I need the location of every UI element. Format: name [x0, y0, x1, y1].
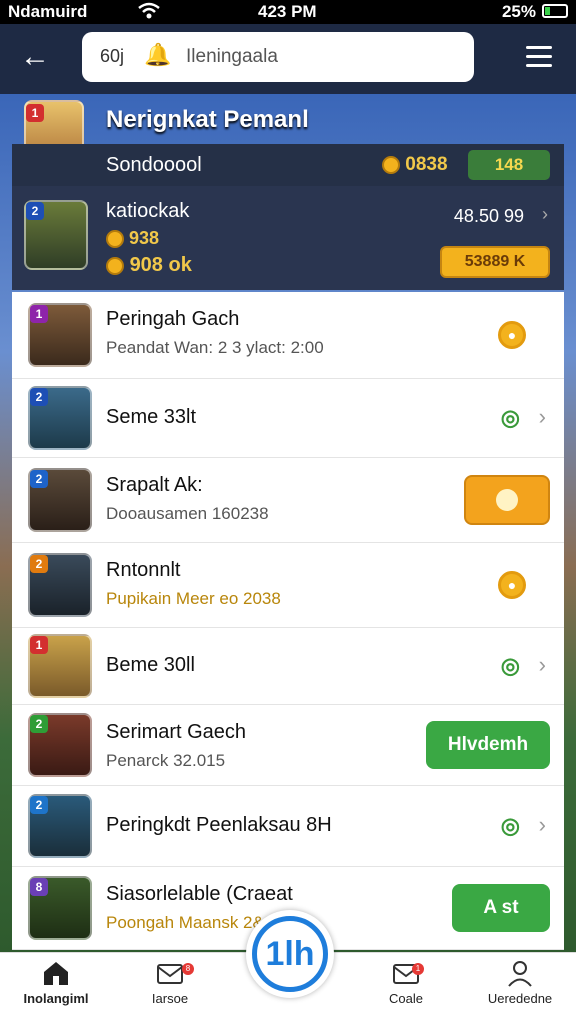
highlight-player-card[interactable]: 2 katiockak 938 908 ok 48.50 99 › 53889 …	[12, 186, 564, 290]
list-item-subtitle: Peandat Wan: 2 3 ylact: 2:00	[106, 338, 324, 357]
status-bar: Ndamuird 423 PM 25%	[0, 0, 576, 24]
tab-chat[interactable]: 1 Coale	[356, 957, 456, 1006]
center-action-button[interactable]: 1lh	[246, 910, 334, 998]
chevron-right-icon[interactable]: ›	[539, 404, 546, 430]
player-stat-1: 938	[106, 228, 159, 249]
rank-badge: 1	[26, 104, 44, 122]
list-item-subtitle: Pupikain Meer eo 2038	[106, 589, 281, 608]
coin-icon[interactable]: ●	[498, 321, 526, 349]
coin-icon	[106, 230, 124, 249]
rank-badge: 2	[30, 388, 48, 406]
rank-badge: 1	[30, 636, 48, 654]
tab-messages[interactable]: 8 Iarsoe	[120, 957, 220, 1006]
fab-icon: 1lh	[252, 916, 328, 992]
action-button[interactable]: A st	[452, 884, 550, 932]
top-app-bar: ← 60j 🔔 Ileningaala	[0, 24, 576, 94]
coin-icon	[106, 256, 124, 275]
chevron-right-icon: ›	[542, 204, 548, 224]
action-button[interactable]: Hlvdemh	[426, 721, 550, 769]
chevron-right-icon[interactable]: ›	[539, 812, 546, 838]
battery-percent: 25%	[501, 2, 536, 21]
leaderboard-list: 1 Peringah Gach Peandat Wan: 2 3 ylact: 2:…	[12, 292, 564, 950]
green-status-icon: ◎	[500, 653, 520, 678]
list-item-title: Rntonnlt	[106, 559, 181, 581]
list-item[interactable]: 1 Peringah Gach Peandat Wan: 2 3 ylact: 2:…	[12, 292, 564, 379]
list-item-title: Beme 30ll	[106, 654, 195, 676]
rank-badge: 2	[30, 715, 48, 733]
list-item[interactable]: 1 Beme 30ll ◎ ›	[12, 628, 564, 705]
list-item-title: Srapalt Ak:	[106, 474, 203, 496]
player-stat-2: 908 ok	[106, 254, 192, 277]
battery-icon	[542, 4, 568, 18]
tab-label: Uerededne	[487, 991, 553, 1006]
coin-icon	[382, 155, 400, 174]
search-prefix: 60j	[100, 46, 125, 66]
clock: 423 PM	[258, 2, 317, 21]
tab-label: Iarsoe	[151, 991, 189, 1006]
tab-profile[interactable]: Uerededne	[470, 957, 570, 1006]
list-item-title: Siasorlelable (Craeat	[106, 883, 293, 905]
list-item-subtitle: Penarck 32.015	[106, 751, 226, 770]
hamburger-menu-icon[interactable]	[526, 46, 552, 73]
search-bar[interactable]: 60j 🔔 Ileningaala	[82, 32, 474, 82]
list-item[interactable]: 2 Peringkdt Peenlaksau 8H ◎ ›	[12, 786, 564, 867]
rank-badge: 8	[30, 878, 48, 896]
list-item[interactable]: 2 Rntonnlt Pupikain Meer eo 2038 ●	[12, 543, 564, 628]
back-arrow-icon[interactable]: ←	[20, 40, 50, 74]
points-green-badge: 148	[468, 150, 550, 180]
list-item[interactable]: 2 Serimart Gaech Penarck 32.015 Hlvdemh	[12, 705, 564, 786]
bell-icon: 🔔	[144, 42, 172, 67]
points-yellow: 0838	[382, 154, 448, 176]
gold-reward-button[interactable]: 53889 K	[440, 246, 550, 278]
notification-badge: 8	[182, 963, 194, 975]
rank-badge: 2	[30, 470, 48, 488]
tab-label: Coale	[389, 991, 423, 1006]
wifi-icon	[138, 2, 160, 19]
user-icon	[508, 961, 532, 987]
leaderboard-header: 1 Nerignkat Pemanl Sondooool 0838 148 2 …	[12, 94, 564, 290]
rank-badge: 2	[26, 202, 44, 220]
search-placeholder: Ileningaala	[186, 46, 278, 67]
green-status-icon: ◎	[500, 405, 520, 430]
mail-shield-icon	[157, 964, 183, 984]
tab-label: Inolangiml	[23, 991, 89, 1006]
user-name: Sondooool	[106, 154, 202, 176]
page-title: Nerignkat Pemanl	[106, 106, 309, 133]
chevron-right-icon[interactable]: ›	[539, 652, 546, 678]
list-item-subtitle: Dooausamen 160238	[106, 504, 269, 523]
player-name: katiockak	[106, 200, 190, 222]
rank-badge: 2	[30, 796, 48, 814]
green-status-icon: ◎	[500, 813, 520, 838]
list-item-title: Peringkdt Peenlaksau 8H	[106, 814, 332, 836]
list-item-title: Peringah Gach	[106, 308, 240, 330]
rank-badge: 1	[30, 305, 48, 323]
user-stats-bar: Sondooool 0838 148	[12, 144, 564, 186]
rank-badge: 2	[30, 555, 48, 573]
list-item-title: Seme 33lt	[106, 406, 197, 428]
reward-button[interactable]	[464, 475, 550, 525]
coin-icon[interactable]: ●	[498, 571, 526, 599]
tab-home[interactable]: Inolangiml	[6, 957, 106, 1006]
list-item-title: Serimart Gaech	[106, 721, 247, 743]
carrier-label: Ndamuird	[8, 2, 88, 21]
list-item[interactable]: 2 Seme 33lt ◎ ›	[12, 379, 564, 458]
player-score: 48.50 99	[453, 206, 524, 226]
home-icon	[44, 962, 68, 985]
list-item[interactable]: 2 Srapalt Ak: Dooausamen 160238	[12, 458, 564, 543]
list-item-subtitle: Poongah Maansk 2&8	[106, 913, 274, 932]
notification-badge: 1	[412, 963, 424, 975]
